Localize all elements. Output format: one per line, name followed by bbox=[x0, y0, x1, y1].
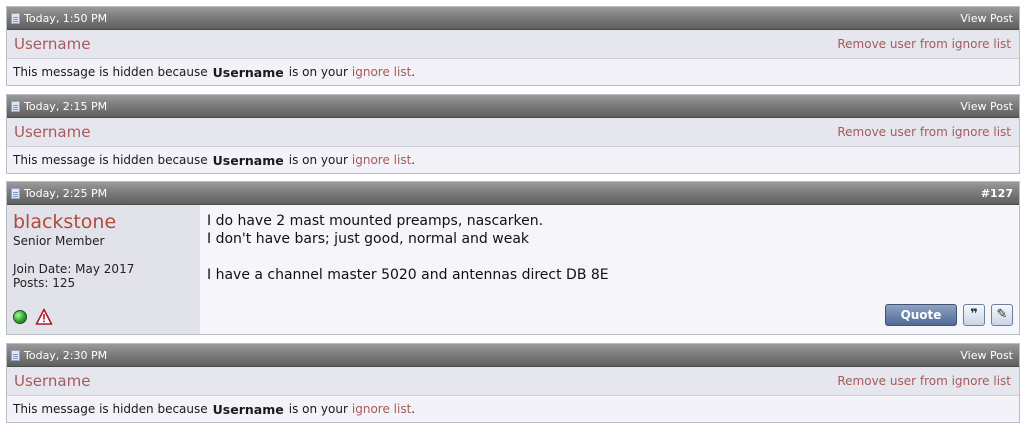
hidden-msg-suffix: . bbox=[411, 65, 416, 79]
post-timestamp: Today, 2:30 PM bbox=[24, 348, 108, 362]
hidden-message: This message is hidden because Username … bbox=[7, 147, 1019, 173]
post-count: Posts: 125 bbox=[13, 276, 76, 290]
hidden-msg-mid: is on your bbox=[288, 153, 348, 167]
view-post-link[interactable]: View Post bbox=[960, 349, 1019, 362]
remove-from-ignore-link[interactable]: Remove user from ignore list bbox=[837, 125, 1019, 139]
remove-from-ignore-link[interactable]: Remove user from ignore list bbox=[837, 37, 1019, 51]
quick-reply-icon[interactable]: ✎ bbox=[991, 304, 1013, 326]
view-post-link[interactable]: View Post bbox=[960, 12, 1019, 25]
user-title: Senior Member bbox=[13, 234, 105, 248]
hidden-msg-username: Username bbox=[212, 401, 284, 417]
post-doc-icon bbox=[11, 100, 20, 112]
quote-button[interactable]: Quote bbox=[885, 304, 957, 326]
post-doc-icon bbox=[11, 12, 20, 24]
hidden-msg-username: Username bbox=[212, 152, 284, 168]
hidden-msg-prefix: This message is hidden because bbox=[13, 402, 208, 416]
post-doc-icon bbox=[11, 187, 20, 199]
ignored-username[interactable]: Username bbox=[7, 372, 90, 390]
hidden-msg-username: Username bbox=[212, 64, 284, 80]
hidden-message: This message is hidden because Username … bbox=[7, 396, 1019, 422]
hidden-msg-prefix: This message is hidden because bbox=[13, 65, 208, 79]
message-line: I have a channel master 5020 and antenna… bbox=[207, 267, 609, 283]
ignore-list-link[interactable]: ignore list bbox=[352, 153, 411, 167]
hidden-msg-mid: is on your bbox=[288, 402, 348, 416]
post-header: Today, 2:15 PM View Post bbox=[7, 95, 1019, 118]
post-header: Today, 2:25 PM #127 bbox=[7, 182, 1019, 205]
ignored-post: Today, 2:30 PM View Post Username Remove… bbox=[6, 343, 1020, 423]
hidden-msg-mid: is on your bbox=[288, 65, 348, 79]
multi-quote-icon[interactable]: ❞ bbox=[963, 304, 985, 326]
post-doc-icon bbox=[11, 349, 20, 361]
ignored-username[interactable]: Username bbox=[7, 35, 90, 53]
join-date: Join Date: May 2017 bbox=[13, 262, 135, 276]
ignored-post: Today, 1:50 PM View Post Username Remove… bbox=[6, 6, 1020, 86]
post-timestamp: Today, 2:15 PM bbox=[24, 99, 108, 113]
hidden-message: This message is hidden because Username … bbox=[7, 59, 1019, 85]
user-info-panel: blackstone Senior Member Join Date: May … bbox=[7, 205, 200, 334]
report-post-icon[interactable] bbox=[35, 308, 53, 326]
message-line: I don't have bars; just good, normal and… bbox=[207, 231, 530, 247]
post-message: I do have 2 mast mounted preamps, nascar… bbox=[200, 205, 1019, 334]
ignore-list-link[interactable]: ignore list bbox=[352, 402, 411, 416]
view-post-link[interactable]: View Post bbox=[960, 100, 1019, 113]
ignored-username[interactable]: Username bbox=[7, 123, 90, 141]
full-post: Today, 2:25 PM #127 blackstone Senior Me… bbox=[6, 181, 1020, 335]
post-author-username[interactable]: blackstone bbox=[13, 211, 200, 233]
hidden-msg-suffix: . bbox=[411, 402, 416, 416]
post-timestamp: Today, 2:25 PM bbox=[24, 186, 108, 200]
ignored-post: Today, 2:15 PM View Post Username Remove… bbox=[6, 94, 1020, 174]
post-header: Today, 2:30 PM View Post bbox=[7, 344, 1019, 367]
post-header: Today, 1:50 PM View Post bbox=[7, 7, 1019, 30]
post-number-link[interactable]: #127 bbox=[981, 187, 1019, 200]
hidden-msg-prefix: This message is hidden because bbox=[13, 153, 208, 167]
ignore-list-link[interactable]: ignore list bbox=[352, 65, 411, 79]
hidden-msg-suffix: . bbox=[411, 153, 416, 167]
post-timestamp: Today, 1:50 PM bbox=[24, 11, 108, 25]
message-line: I do have 2 mast mounted preamps, nascar… bbox=[207, 213, 544, 229]
online-status-icon bbox=[13, 310, 27, 324]
remove-from-ignore-link[interactable]: Remove user from ignore list bbox=[837, 374, 1019, 388]
